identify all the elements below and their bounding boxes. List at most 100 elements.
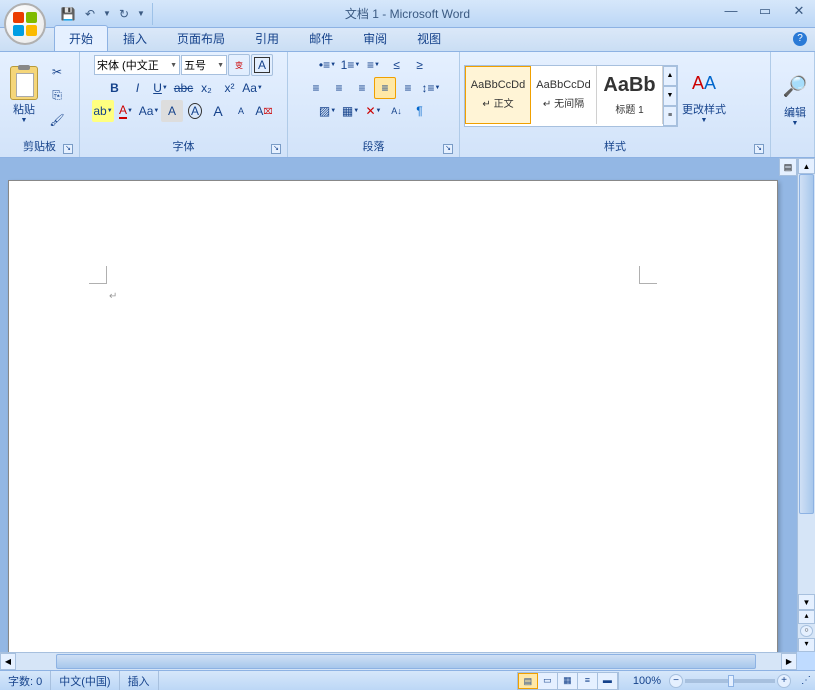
decrease-indent-button[interactable]: ≤	[386, 54, 408, 76]
outline-view[interactable]: ≡	[578, 673, 598, 689]
clipboard-launcher[interactable]: ↘	[63, 144, 73, 154]
strikethrough-button[interactable]: abc	[173, 77, 195, 99]
maximize-button[interactable]: ▭	[753, 3, 777, 21]
shrink-font-button[interactable]: A	[230, 100, 252, 122]
line-spacing-button[interactable]: ↕≡▼	[420, 77, 442, 99]
scroll-track[interactable]	[798, 174, 815, 594]
scroll-thumb[interactable]	[799, 174, 814, 514]
scroll-right-button[interactable]: ▶	[781, 653, 797, 670]
prev-page-button[interactable]: ▴	[798, 610, 815, 624]
office-button[interactable]	[4, 3, 46, 45]
char-scale-button[interactable]: Aa▼	[138, 100, 160, 122]
paragraph-launcher[interactable]: ↘	[443, 144, 453, 154]
word-count[interactable]: 字数: 0	[0, 671, 51, 690]
hscroll-thumb[interactable]	[56, 654, 756, 669]
bold-button[interactable]: B	[104, 77, 126, 99]
superscript-button[interactable]: x²	[219, 77, 241, 99]
find-button[interactable]: 🔎 编辑 ▼	[775, 68, 815, 129]
scroll-up-button[interactable]: ▲	[798, 158, 815, 174]
subscript-button[interactable]: x₂	[196, 77, 218, 99]
undo-icon[interactable]: ↶	[80, 4, 100, 24]
align-distribute-button[interactable]: ≡	[397, 77, 419, 99]
zoom-slider[interactable]	[685, 679, 775, 683]
tab-home[interactable]: 开始	[54, 25, 108, 51]
minimize-button[interactable]: —	[719, 3, 743, 21]
ruler-toggle-button[interactable]: ▤	[779, 158, 797, 176]
draft-view[interactable]: ▬	[598, 673, 618, 689]
zoom-level[interactable]: 100%	[625, 671, 669, 690]
increase-indent-button[interactable]: ≥	[409, 54, 431, 76]
char-shading-button[interactable]: A	[161, 100, 183, 122]
font-color-button[interactable]: A▼	[115, 100, 137, 122]
enclose-char-button[interactable]: A	[184, 100, 206, 122]
clear-format-button[interactable]: A⌧	[253, 100, 275, 122]
qat-customize-dropdown-icon[interactable]: ▼	[136, 9, 146, 18]
fullscreen-view[interactable]: ▭	[538, 673, 558, 689]
cut-button[interactable]: ✂	[46, 61, 68, 83]
language[interactable]: 中文(中国)	[51, 671, 119, 690]
tab-insert[interactable]: 插入	[108, 25, 162, 51]
browse-object-button[interactable]: ○	[800, 625, 813, 637]
sort-button[interactable]: A↓	[386, 100, 408, 122]
copy-button[interactable]: ⎘	[46, 85, 68, 107]
change-styles-button[interactable]: AA 更改样式 ▼	[678, 65, 730, 126]
phonetic-guide-button[interactable]: 变	[228, 54, 250, 76]
group-clipboard: 粘贴 ▼ ✂ ⎘ 🖌 剪贴板↘	[0, 52, 80, 157]
window-title: 文档 1 - Microsoft Word	[345, 5, 470, 22]
align-center-button[interactable]: ≡	[328, 77, 350, 99]
style-normal[interactable]: AaBbCcDd ↵ 正文	[465, 66, 531, 124]
grow-font-button[interactable]: A	[207, 100, 229, 122]
tab-pagelayout[interactable]: 页面布局	[162, 25, 240, 51]
style-heading1[interactable]: AaBb 标题 1	[597, 66, 663, 124]
scroll-left-button[interactable]: ◀	[0, 653, 16, 670]
highlight-button[interactable]: ab▼	[92, 100, 114, 122]
style-nospacing[interactable]: AaBbCcDd ↵ 无间隔	[531, 66, 597, 124]
align-left-button[interactable]: ≡	[305, 77, 327, 99]
hscroll-track[interactable]	[16, 653, 781, 670]
scroll-down-button[interactable]: ▼	[798, 594, 815, 610]
undo-dropdown-icon[interactable]: ▼	[102, 9, 112, 18]
tab-references[interactable]: 引用	[240, 25, 294, 51]
multilevel-button[interactable]: ≡▼	[363, 54, 385, 76]
document-page[interactable]: ↵	[8, 180, 778, 652]
resize-grip-icon[interactable]: ⋰	[797, 675, 815, 686]
next-page-button[interactable]: ▾	[798, 638, 815, 652]
save-icon[interactable]: 💾	[58, 4, 78, 24]
redo-icon[interactable]: ↻	[114, 4, 134, 24]
style-scroll-up[interactable]: ▲	[663, 66, 677, 86]
align-justify-button[interactable]: ≡	[374, 77, 396, 99]
tab-view[interactable]: 视图	[402, 25, 456, 51]
asian-layout-button[interactable]: ✕▼	[363, 100, 385, 122]
font-launcher[interactable]: ↘	[271, 144, 281, 154]
web-layout-view[interactable]: ▦	[558, 673, 578, 689]
zoom-out-button[interactable]: −	[669, 674, 683, 688]
char-border-button[interactable]: A	[251, 54, 273, 76]
zoom-in-button[interactable]: +	[777, 674, 791, 688]
underline-button[interactable]: U▼	[150, 77, 172, 99]
font-name-select[interactable]: 宋体 (中文正▼	[94, 55, 180, 75]
styles-launcher[interactable]: ↘	[754, 144, 764, 154]
font-size-select[interactable]: 五号▼	[181, 55, 227, 75]
group-paragraph: •≡▼ 1≡▼ ≡▼ ≤ ≥ ≡ ≡ ≡ ≡ ≡ ↕≡▼ ▨▼ ▦▼ ✕▼ A↓…	[288, 52, 460, 157]
paste-button[interactable]: 粘贴 ▼	[4, 65, 44, 126]
style-scroll-down[interactable]: ▼	[663, 86, 677, 106]
format-painter-button[interactable]: 🖌	[46, 109, 68, 131]
group-label: 字体	[173, 141, 195, 153]
align-right-button[interactable]: ≡	[351, 77, 373, 99]
help-icon[interactable]: ?	[793, 32, 807, 46]
style-expand[interactable]: ≡	[663, 106, 677, 126]
tab-review[interactable]: 审阅	[348, 25, 402, 51]
show-marks-button[interactable]: ¶	[409, 100, 431, 122]
insert-mode[interactable]: 插入	[120, 671, 159, 690]
tab-mailings[interactable]: 邮件	[294, 25, 348, 51]
change-case-button[interactable]: Aa▼	[242, 77, 264, 99]
shading-button[interactable]: ▨▼	[317, 100, 339, 122]
numbering-button[interactable]: 1≡▼	[340, 54, 362, 76]
print-layout-view[interactable]: ▤	[518, 673, 538, 689]
zoom-knob[interactable]	[728, 675, 734, 687]
bullets-button[interactable]: •≡▼	[317, 54, 339, 76]
italic-button[interactable]: I	[127, 77, 149, 99]
paragraph-mark-icon: ↵	[109, 291, 117, 302]
borders-button[interactable]: ▦▼	[340, 100, 362, 122]
close-button[interactable]: ✕	[787, 3, 811, 21]
